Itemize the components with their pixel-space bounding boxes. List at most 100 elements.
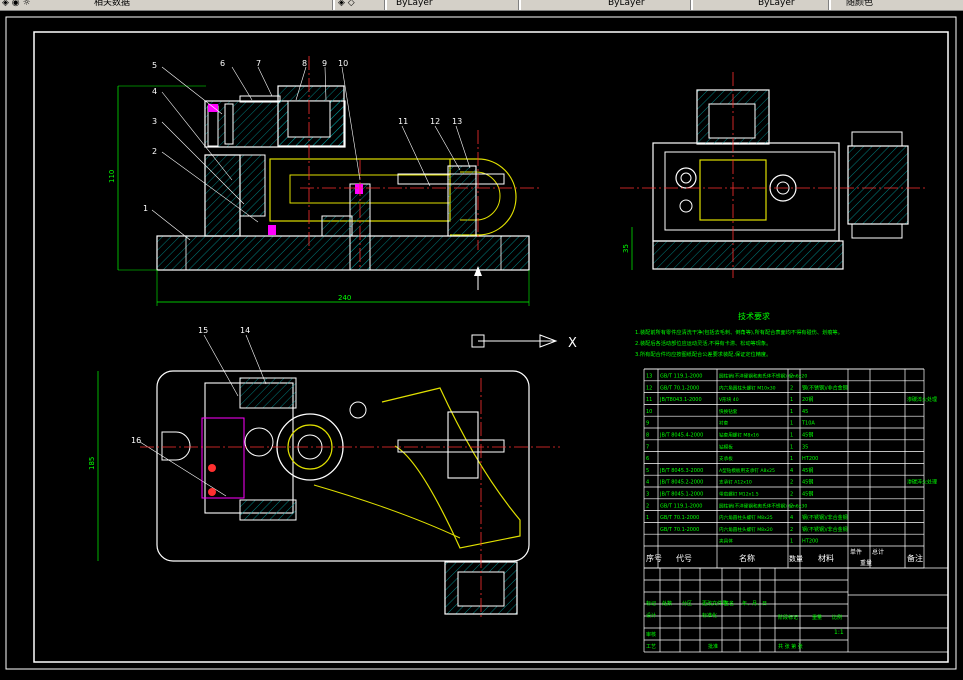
balloon-11: 11 bbox=[398, 117, 408, 126]
ucs-icon: X bbox=[471, 334, 577, 351]
color-combo[interactable]: ByLayer bbox=[396, 0, 433, 9]
bom-cell: 11 bbox=[646, 397, 652, 403]
balloon-10: 10 bbox=[338, 59, 348, 68]
bom-cell: 1 bbox=[790, 539, 793, 545]
ratio-label: 比例 bbox=[832, 614, 842, 621]
bom-cell: 圆柱销(不淬硬钢和奥氏体不锈钢) 6m6x20 bbox=[719, 373, 807, 380]
bom-cell: GB/T 119.1-2000 bbox=[660, 374, 702, 380]
bom-cell: 2 bbox=[790, 374, 793, 380]
base-body bbox=[156, 235, 530, 271]
bom-cell: 渗碳淬火处理 bbox=[907, 396, 937, 403]
bom-cell: 内六角圆柱头螺钉 M8x25 bbox=[719, 514, 773, 521]
bom-cell: 1 bbox=[790, 409, 793, 415]
bom-cell: V形块 40 bbox=[719, 396, 739, 403]
approve-label: 批准 bbox=[708, 643, 718, 650]
tech-title: 技术要求 bbox=[738, 311, 770, 321]
sheet-label: 共 张 第 张 bbox=[778, 643, 803, 650]
process-label: 工艺 bbox=[646, 644, 656, 650]
title-row2-cell: 标准化 bbox=[702, 612, 717, 619]
title-row1-cell: 年、月、日 bbox=[742, 600, 767, 607]
title-row2-cell: 设计 bbox=[646, 612, 656, 619]
bom-cell: 4 bbox=[790, 515, 793, 521]
bom-cell: 带肩螺钉 M12x1.5 bbox=[719, 491, 759, 498]
ratio-value: 1:1 bbox=[834, 629, 844, 636]
balloon-8: 8 bbox=[302, 59, 307, 68]
bom-cell: 2 bbox=[790, 527, 793, 533]
bom-cell: 3 bbox=[646, 492, 649, 498]
bom-cell: 2 bbox=[790, 492, 793, 498]
stage-label: 阶段标记 bbox=[778, 614, 798, 621]
support-block bbox=[204, 154, 241, 237]
balloon-2: 2 bbox=[152, 147, 157, 156]
bom-cell: JB/T8043.1-2000 bbox=[659, 397, 702, 403]
bom-cell: 钢(不锈钢)/非合金钢 bbox=[802, 514, 848, 521]
bom-cell: 1 bbox=[790, 421, 793, 427]
bom-header-cell: 重量 bbox=[860, 559, 872, 567]
bom-cell: 钢(不锈钢)/非合金钢 bbox=[802, 526, 848, 533]
bom-cell: 2 bbox=[790, 503, 793, 509]
bom-cell: 13 bbox=[646, 374, 652, 380]
balloon-12: 12 bbox=[430, 117, 440, 126]
bom-header-cell: 备注 bbox=[907, 553, 923, 563]
bom-cell: 支承板 bbox=[719, 455, 733, 462]
tech-line-1: 1.装配前所有零件应清洗干净(包括去毛刺、倒角等),所有配合表面均不得有碰伤、划… bbox=[635, 328, 843, 336]
plotstyle-combo[interactable]: 随颜色 bbox=[846, 0, 873, 9]
bom-header-cell: 数量 bbox=[789, 554, 803, 563]
dim-plan: 185 bbox=[88, 457, 96, 470]
bom-cell: A型钻模板用支承钉 A8x25 bbox=[719, 467, 775, 474]
ucs-x-label: X bbox=[568, 336, 577, 351]
title-row1-cell: 处数 bbox=[662, 600, 672, 607]
bom-cell: 内六角圆柱头螺钉 M10x30 bbox=[719, 384, 776, 391]
bom-cell: 内六角圆柱头螺钉 M8x20 bbox=[719, 526, 773, 533]
bom-cell: JB/T 8045.2-2000 bbox=[659, 480, 703, 486]
lineweight-combo[interactable]: ByLayer bbox=[758, 0, 795, 9]
bom-header-cell: 序号 bbox=[646, 553, 662, 563]
dim-width: 240 bbox=[338, 294, 351, 302]
balloon-6: 6 bbox=[220, 59, 225, 68]
bom-cell: 45 bbox=[802, 409, 808, 415]
bom-cell: 渗碳淬火处理 bbox=[907, 479, 937, 486]
front-view: 110 240 bbox=[108, 56, 540, 306]
bom-cell: 5 bbox=[646, 468, 649, 474]
dim-right: 35 bbox=[622, 244, 630, 253]
bom-cell: 衬套 bbox=[719, 420, 729, 427]
bom-cell: GB/T 70.1-2000 bbox=[660, 385, 699, 391]
dim-height: 110 bbox=[108, 170, 116, 183]
bom-cell: 7 bbox=[646, 444, 649, 450]
bom-cell: 8 bbox=[646, 433, 649, 439]
layer-previous-icon[interactable]: ◈ ◇ bbox=[338, 0, 355, 9]
side-view: 35 bbox=[620, 72, 925, 278]
tech-notes: 技术要求 1.装配前所有零件应清洗干净(包括去毛刺、倒角等),所有配合表面均不得… bbox=[635, 311, 843, 358]
bom-cell: 45钢 bbox=[802, 432, 813, 439]
balloon-3: 3 bbox=[152, 117, 157, 126]
plan-view: 185 bbox=[88, 370, 560, 620]
v-block bbox=[447, 165, 477, 237]
bom-cell: 快换钻套 bbox=[719, 408, 738, 415]
bom-cell: JB/T 8045.3-2000 bbox=[659, 468, 703, 474]
bom-cell: 2 bbox=[790, 385, 793, 391]
bom-cell: GB/T 70.1-2000 bbox=[660, 515, 699, 521]
bom-cell: GB/T 70.1-2000 bbox=[660, 527, 699, 533]
title-row1-cell: 签名 bbox=[724, 600, 734, 607]
balloon-16: 16 bbox=[131, 436, 141, 445]
tech-line-2: 2.装配后各活动部位应运动灵活,不得有卡滞、松动等现象。 bbox=[635, 339, 771, 347]
balloon-9: 9 bbox=[322, 59, 327, 68]
title-block: 标记 处数 分区 更改文件号签名 年、月、日设计 标准化 阶段标记 重量 比例1:1审核工艺 批准… bbox=[643, 567, 948, 653]
layer-icon[interactable]: ◈ ◉ ☼ bbox=[2, 0, 31, 9]
bom-header-cell: 单件 bbox=[850, 548, 862, 556]
bom-cell: 夹具体 bbox=[719, 538, 733, 545]
check-label: 审核 bbox=[646, 631, 656, 638]
bom-cell: HT200 bbox=[802, 539, 818, 545]
bom-cell: 2 bbox=[790, 480, 793, 486]
bom-cell: 45钢 bbox=[802, 491, 813, 498]
bom-cell: 钢(不锈钢)/非合金钢 bbox=[802, 384, 848, 391]
bom-cell: 6 bbox=[646, 456, 649, 462]
bom-cell: 钻模板 bbox=[719, 443, 733, 450]
linetype-combo[interactable]: ByLayer bbox=[608, 0, 645, 9]
bom-header-cell: 材料 bbox=[818, 553, 834, 563]
bom-cell: 1 bbox=[790, 444, 793, 450]
drawing-canvas[interactable]: 110 240 5 4 3 2 1 6 7 8 9 10 11 12 13 14… bbox=[0, 11, 963, 676]
layer-combo[interactable]: 相关数据 bbox=[94, 0, 130, 9]
weight-label: 重量 bbox=[812, 614, 822, 621]
bom-cell: 20钢 bbox=[802, 396, 813, 403]
